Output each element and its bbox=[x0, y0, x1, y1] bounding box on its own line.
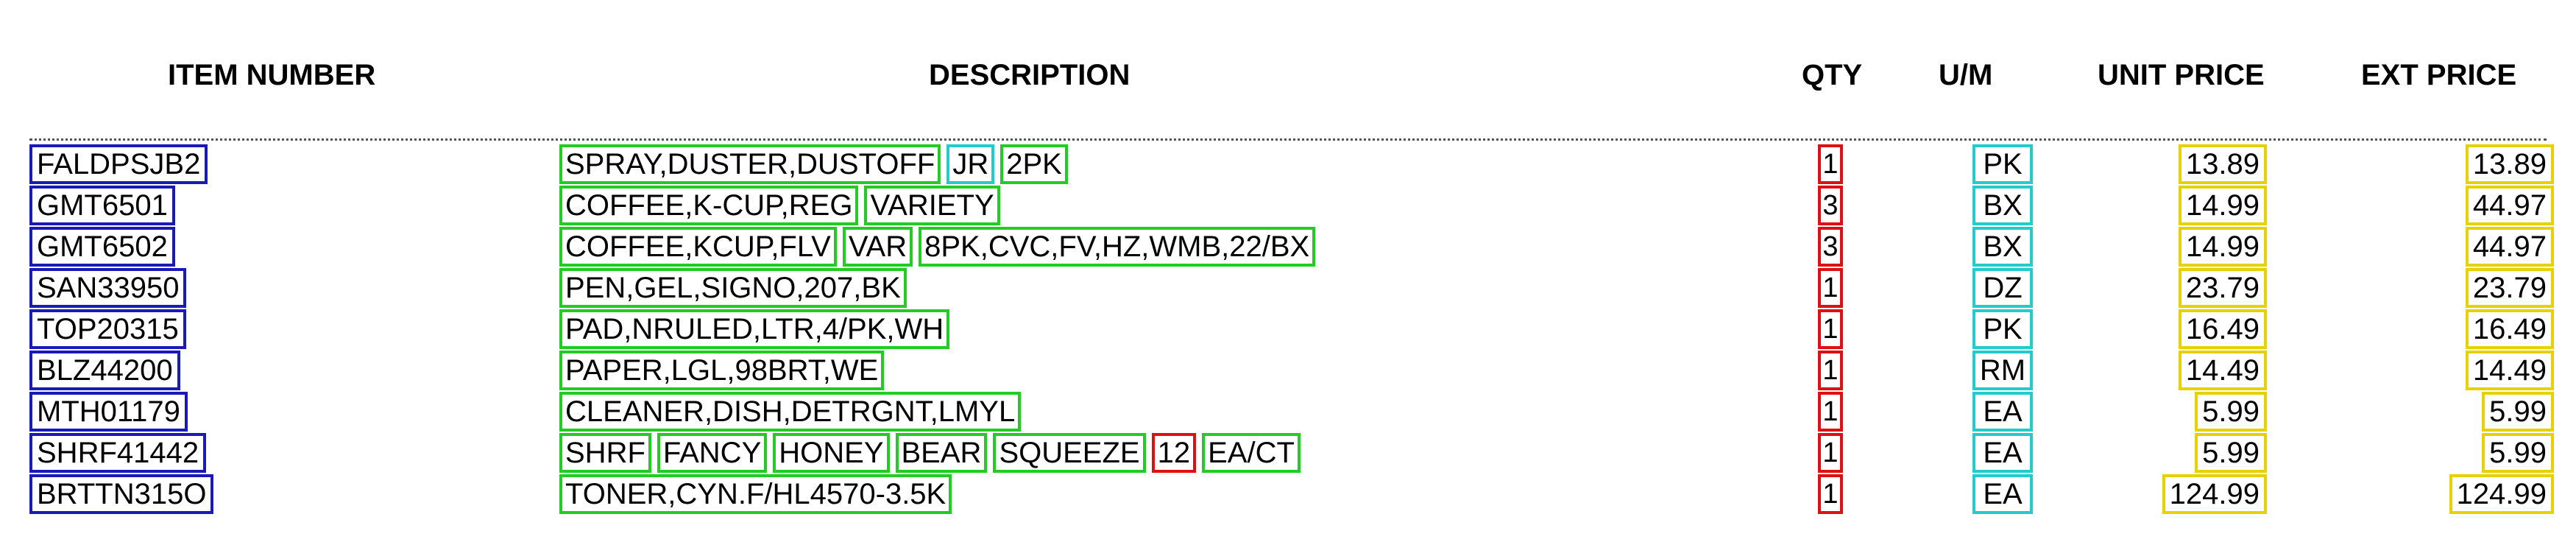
unit-of-measure: PK bbox=[1972, 309, 2033, 349]
unit-price: 5.99 bbox=[2195, 392, 2267, 432]
unit-price: 14.49 bbox=[2178, 351, 2267, 390]
ext-price: 44.97 bbox=[2465, 186, 2554, 225]
description: COFFEE,KCUP,FLV VAR 8PK,CVC,FV,HZ,WMB,22/B… bbox=[559, 227, 1321, 267]
table-row: MTH01179 CLEANER,DISH,DETRGNT,LMYL 1 EA 5.99… bbox=[0, 392, 2576, 432]
table-row: BLZ44200 PAPER,LGL,98BRT,WE 1 RM 14.49 14.49 bbox=[0, 351, 2576, 390]
description-token: VARIETY bbox=[864, 186, 1000, 225]
description: PAPER,LGL,98BRT,WE bbox=[559, 351, 890, 390]
unit-price: 13.89 bbox=[2178, 144, 2267, 184]
ext-price: 16.49 bbox=[2465, 309, 2554, 349]
unit-of-measure: PK bbox=[1972, 144, 2033, 184]
description-token: SHRF bbox=[559, 433, 651, 473]
ext-price: 13.89 bbox=[2465, 144, 2554, 184]
table-row: TOP20315 PAD,NRULED,LTR,4/PK,WH 1 PK 16.49 16… bbox=[0, 309, 2576, 349]
table-row: SHRF41442 SHRF FANCY HONEY BEAR SQUEEZE 12 EA/C… bbox=[0, 433, 2576, 473]
description-token: COFFEE,KCUP,FLV bbox=[559, 227, 837, 267]
description-token: CLEANER,DISH,DETRGNT,LMYL bbox=[559, 392, 1022, 432]
description: PAD,NRULED,LTR,4/PK,WH bbox=[559, 309, 955, 349]
dotted-divider bbox=[29, 138, 2547, 141]
description-token: SQUEEZE bbox=[993, 433, 1146, 473]
quantity: 1 bbox=[1818, 392, 1843, 432]
unit-of-measure: BX bbox=[1972, 186, 2033, 225]
header-item-number: ITEM NUMBER bbox=[168, 59, 376, 91]
item-number: GMT6501 bbox=[29, 186, 175, 225]
unit-of-measure: EA bbox=[1972, 474, 2033, 514]
table-row: FALDPSJB2 SPRAY,DUSTER,DUSTOFF JR 2PK 1 PK 13.… bbox=[0, 144, 2576, 184]
description-token: 2PK bbox=[1000, 144, 1068, 184]
quantity: 1 bbox=[1818, 309, 1843, 349]
description: PEN,GEL,SIGNO,207,BK bbox=[559, 268, 913, 308]
header-description: DESCRIPTION bbox=[929, 59, 1130, 91]
description: TONER,CYN.F/HL4570-3.5K bbox=[559, 474, 958, 514]
description-token: 8PK,CVC,FV,HZ,WMB,22/BX bbox=[919, 227, 1316, 267]
ext-price: 23.79 bbox=[2465, 268, 2554, 308]
unit-price: 23.79 bbox=[2178, 268, 2267, 308]
table-row: GMT6502 COFFEE,KCUP,FLV VAR 8PK,CVC,FV,HZ,W… bbox=[0, 227, 2576, 267]
quantity: 1 bbox=[1818, 268, 1843, 308]
description-token: PEN,GEL,SIGNO,207,BK bbox=[559, 268, 907, 308]
table-row: SAN33950 PEN,GEL,SIGNO,207,BK 1 DZ 23.79 23.7… bbox=[0, 268, 2576, 308]
item-number: SHRF41442 bbox=[29, 433, 207, 473]
description-token: PAD,NRULED,LTR,4/PK,WH bbox=[559, 309, 950, 349]
description-token: EA/CT bbox=[1202, 433, 1301, 473]
description: CLEANER,DISH,DETRGNT,LMYL bbox=[559, 392, 1027, 432]
unit-price: 5.99 bbox=[2195, 433, 2267, 473]
unit-price: 14.99 bbox=[2178, 186, 2267, 225]
item-number: MTH01179 bbox=[29, 392, 188, 432]
quantity: 3 bbox=[1818, 186, 1843, 225]
quantity: 1 bbox=[1818, 433, 1843, 473]
item-number: FALDPSJB2 bbox=[29, 144, 208, 184]
unit-price: 124.99 bbox=[2162, 474, 2267, 514]
quantity: 3 bbox=[1818, 227, 1843, 267]
item-number: BLZ44200 bbox=[29, 351, 180, 390]
description-token: TONER,CYN.F/HL4570-3.5K bbox=[559, 474, 952, 514]
description-token: SPRAY,DUSTER,DUSTOFF bbox=[559, 144, 941, 184]
unit-of-measure: RM bbox=[1972, 351, 2033, 390]
ext-price: 14.49 bbox=[2465, 351, 2554, 390]
header-unit-price: UNIT PRICE bbox=[2098, 59, 2265, 91]
unit-of-measure: EA bbox=[1972, 392, 2033, 432]
item-number: BRTTN315O bbox=[29, 474, 214, 514]
description-token: 12 bbox=[1151, 433, 1197, 473]
unit-of-measure: EA bbox=[1972, 433, 2033, 473]
ext-price: 124.99 bbox=[2449, 474, 2554, 514]
quantity: 1 bbox=[1818, 474, 1843, 514]
table-row: BRTTN315O TONER,CYN.F/HL4570-3.5K 1 EA 124.9… bbox=[0, 474, 2576, 514]
description-token: PAPER,LGL,98BRT,WE bbox=[559, 351, 885, 390]
description-token: HONEY bbox=[773, 433, 890, 473]
table-row: GMT6501 COFFEE,K-CUP,REG VARIETY 3 BX 14.99 44… bbox=[0, 186, 2576, 225]
description-token: FANCY bbox=[657, 433, 768, 473]
item-number: GMT6502 bbox=[29, 227, 175, 267]
ext-price: 44.97 bbox=[2465, 227, 2554, 267]
header-um: U/M bbox=[1939, 59, 1993, 91]
ext-price: 5.99 bbox=[2482, 433, 2554, 473]
unit-of-measure: DZ bbox=[1972, 268, 2033, 308]
description-token: COFFEE,K-CUP,REG bbox=[559, 186, 859, 225]
unit-of-measure: BX bbox=[1972, 227, 2033, 267]
item-number: SAN33950 bbox=[29, 268, 187, 308]
description: COFFEE,K-CUP,REG VARIETY bbox=[559, 186, 1006, 225]
description-token: JR bbox=[946, 144, 995, 184]
description: SPRAY,DUSTER,DUSTOFF JR 2PK bbox=[559, 144, 1074, 184]
unit-price: 16.49 bbox=[2178, 309, 2267, 349]
description-token: VAR bbox=[842, 227, 913, 267]
header-ext-price: EXT PRICE bbox=[2361, 59, 2517, 91]
item-number: TOP20315 bbox=[29, 309, 186, 349]
header-qty: QTY bbox=[1802, 59, 1863, 91]
quantity: 1 bbox=[1818, 351, 1843, 390]
description: SHRF FANCY HONEY BEAR SQUEEZE 12 EA/CT bbox=[559, 433, 1306, 473]
unit-price: 14.99 bbox=[2178, 227, 2267, 267]
description-token: BEAR bbox=[895, 433, 988, 473]
quantity: 1 bbox=[1818, 144, 1843, 184]
ext-price: 5.99 bbox=[2482, 392, 2554, 432]
